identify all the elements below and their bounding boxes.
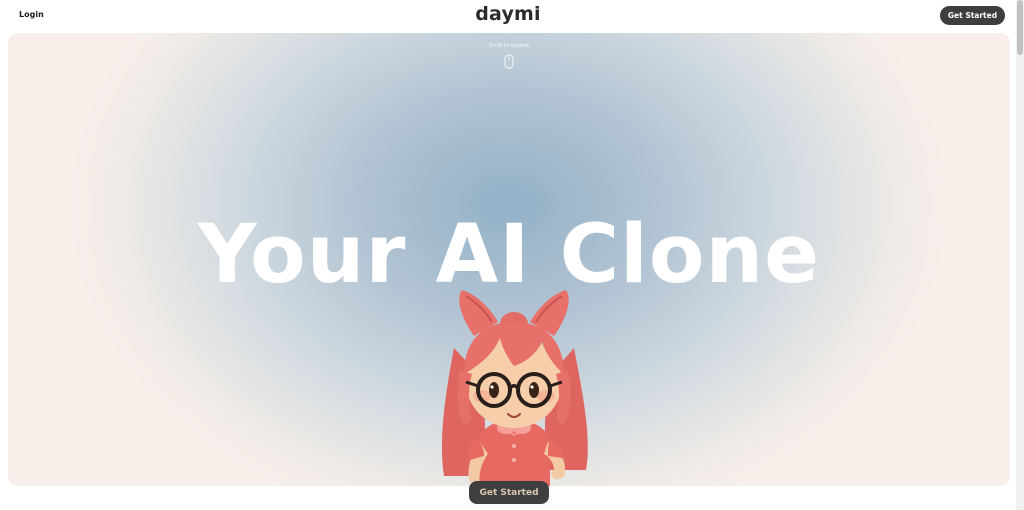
hero-section: Scroll to explore Your AI Clone	[8, 33, 1010, 486]
get-started-button-top[interactable]: Get Started	[940, 6, 1005, 25]
scrollbar-thumb[interactable]	[1017, 0, 1023, 55]
get-started-button-bottom[interactable]: Get Started	[469, 481, 549, 504]
landing-page: Login daymi Get Started Scroll to explor…	[0, 0, 1024, 510]
cartoon-girl-avatar	[441, 290, 588, 486]
mouse-scroll-icon	[504, 54, 514, 69]
top-nav: Login daymi Get Started	[0, 0, 1016, 32]
daymi-logo[interactable]: daymi	[0, 3, 1016, 25]
page-scrollbar[interactable]	[1016, 0, 1024, 510]
scroll-hint-text: Scroll to explore	[488, 43, 530, 49]
